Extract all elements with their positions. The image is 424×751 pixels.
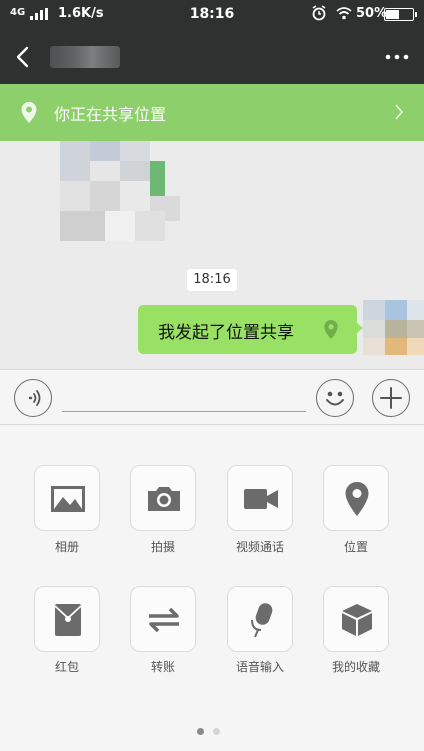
location-tile[interactable] xyxy=(323,465,389,531)
location-label: 位置 xyxy=(343,540,368,554)
chevron-right-icon xyxy=(395,104,404,120)
more-dots-icon[interactable] xyxy=(384,44,410,70)
page-dot-active[interactable] xyxy=(197,728,204,735)
transfer-label: 转账 xyxy=(150,660,175,674)
red-packet-tile[interactable] xyxy=(34,586,100,652)
album-label: 相册 xyxy=(54,540,79,554)
camera-tile[interactable] xyxy=(130,465,196,531)
message-bubble[interactable]: 我发起了位置共享 xyxy=(138,305,363,354)
status-bar: 4G 1.6K/s 18:16 50% xyxy=(0,0,424,30)
banner-text: 你正在共享位置 xyxy=(54,105,167,124)
red-packet-icon xyxy=(54,604,82,636)
transfer-tile[interactable] xyxy=(130,586,196,652)
blurred-map-image[interactable] xyxy=(60,141,180,241)
album-tile[interactable] xyxy=(34,465,100,531)
emoji-button[interactable] xyxy=(316,379,354,417)
location-pin-icon xyxy=(21,102,37,123)
photo-album-icon xyxy=(51,486,85,512)
message-input[interactable] xyxy=(62,382,306,412)
voice-input-tile[interactable] xyxy=(227,586,293,652)
wifi-icon xyxy=(336,7,352,20)
location-share-banner[interactable]: 你正在共享位置 xyxy=(0,84,424,141)
alarm-icon xyxy=(312,5,326,21)
message-text: 我发起了位置共享 xyxy=(158,323,294,343)
video-call-tile[interactable] xyxy=(227,465,293,531)
emoji-icon xyxy=(325,391,344,405)
contact-name-blurred xyxy=(50,46,120,68)
plus-icon xyxy=(379,386,402,409)
location-icon xyxy=(345,482,369,516)
page-dot[interactable] xyxy=(213,728,220,735)
voice-icon xyxy=(28,389,40,406)
function-panel: 相册 拍摄 视频通话 位置 红包 转账 语音输入 我的收藏 xyxy=(0,425,424,751)
favorites-label: 我的收藏 xyxy=(331,660,380,674)
input-bar xyxy=(0,369,424,425)
more-functions-button[interactable] xyxy=(372,379,410,417)
microphone-icon xyxy=(251,603,273,638)
red-packet-label: 红包 xyxy=(54,660,79,674)
chat-area[interactable]: 18:16 我发起了位置共享 xyxy=(0,141,424,369)
favorites-tile[interactable] xyxy=(323,586,389,652)
voice-input-label: 语音输入 xyxy=(235,660,284,674)
transfer-icon xyxy=(149,607,179,633)
back-arrow-icon[interactable] xyxy=(12,44,32,70)
camera-icon xyxy=(148,487,180,511)
chat-header xyxy=(0,30,424,84)
battery-fill xyxy=(386,10,399,19)
voice-button[interactable] xyxy=(14,379,52,417)
battery-icon xyxy=(384,8,417,21)
video-call-icon xyxy=(244,489,278,509)
avatar[interactable] xyxy=(363,300,424,355)
message-timestamp: 18:16 xyxy=(187,269,237,291)
camera-label: 拍摄 xyxy=(150,540,175,554)
location-pin-icon xyxy=(324,320,338,339)
video-call-label: 视频通话 xyxy=(235,540,284,554)
battery-percent: 50% xyxy=(356,6,388,21)
favorites-box-icon xyxy=(342,604,372,636)
